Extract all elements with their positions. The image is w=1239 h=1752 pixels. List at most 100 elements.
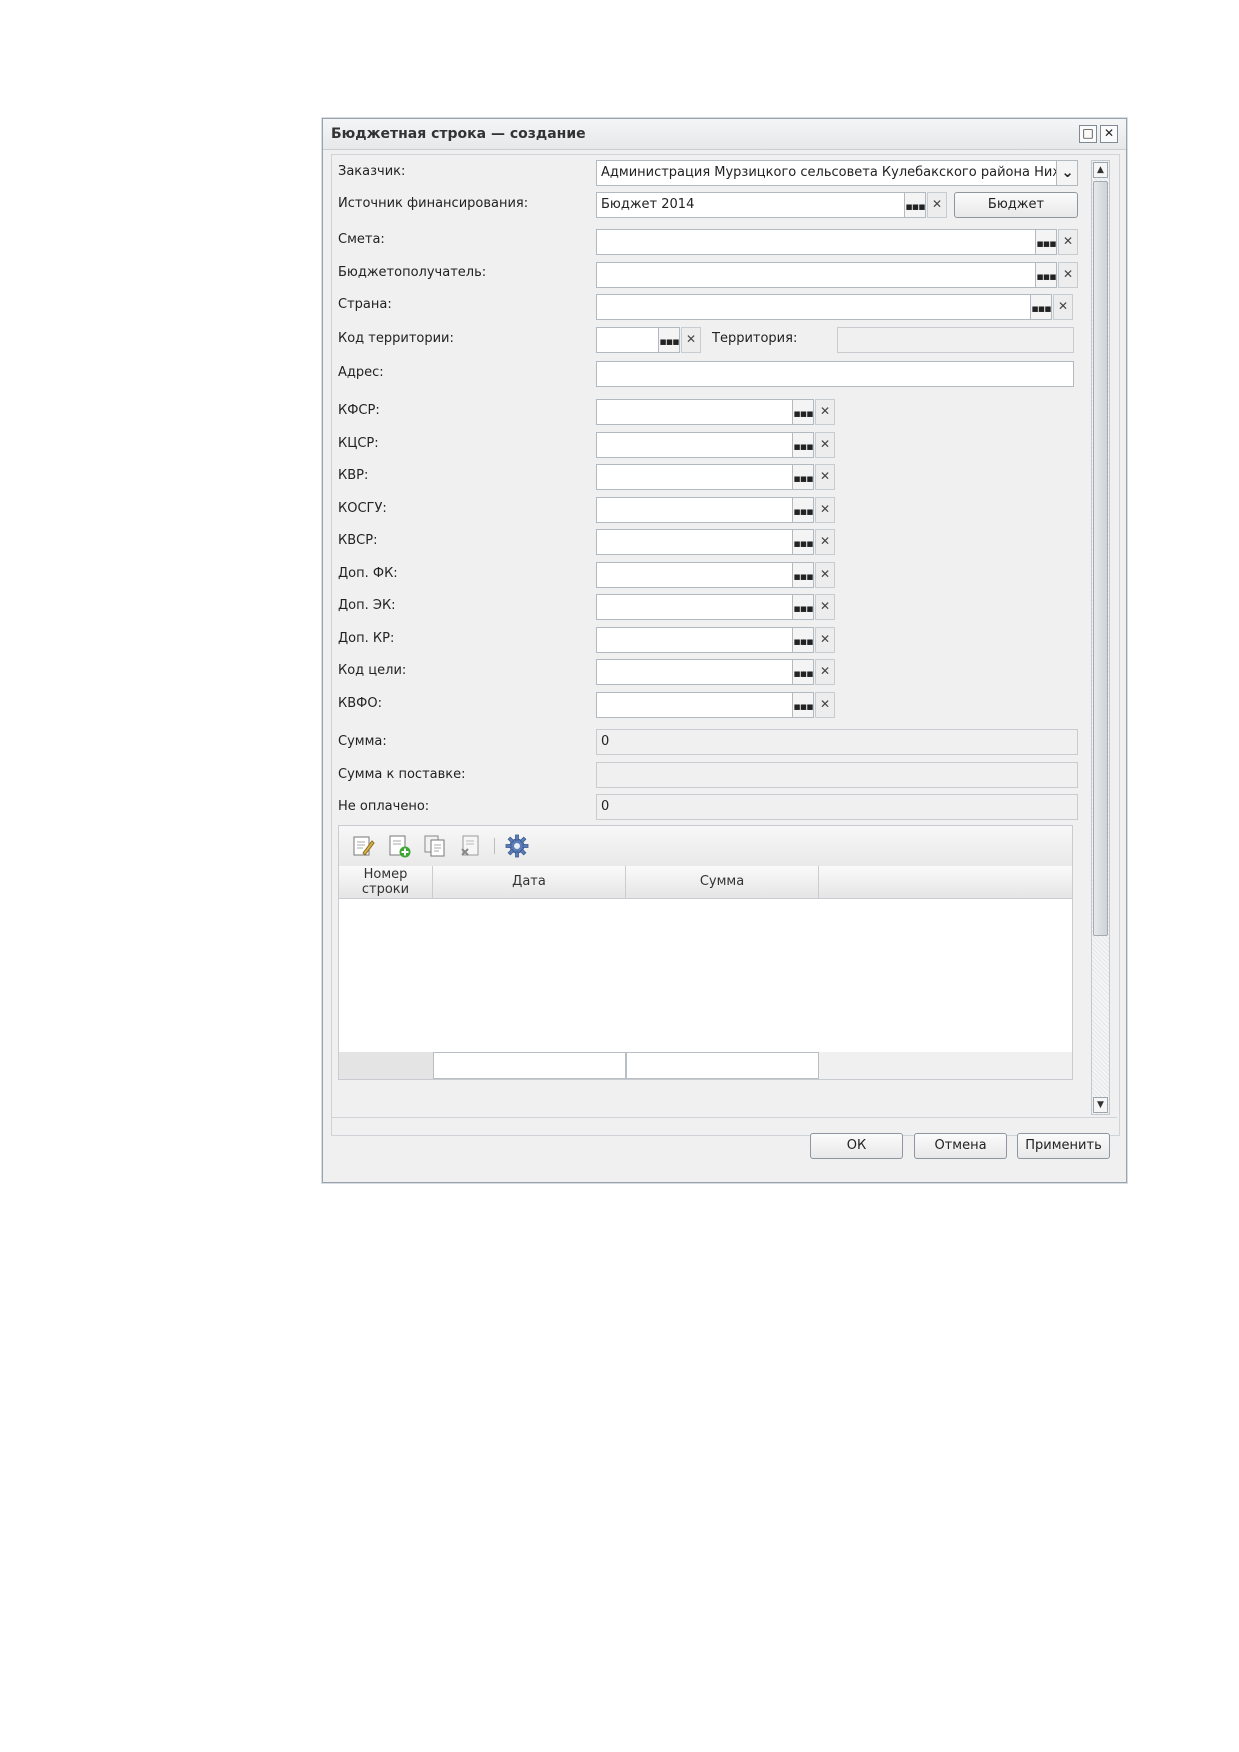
grid-toolbar [339, 826, 1072, 867]
delete-icon[interactable] [459, 834, 483, 858]
copy-icon[interactable] [423, 834, 447, 858]
dop-kr-field[interactable] [596, 627, 793, 653]
dop-kr-lookup-button[interactable]: ▪▪▪ [792, 627, 814, 653]
apply-button[interactable]: Применить [1017, 1133, 1110, 1159]
customer-select[interactable]: Администрация Мурзицкого сельсовета Куле… [596, 160, 1059, 186]
kvfo-field[interactable] [596, 692, 793, 718]
column-row-number[interactable]: Номер строки [339, 866, 433, 898]
dop-ek-clear-icon[interactable]: ✕ [815, 594, 835, 620]
territory-label: Территория: [712, 331, 798, 346]
sum-to-deliver-label: Сумма к поставке: [338, 767, 466, 782]
sum-field: 0 [596, 729, 1078, 755]
kcsr-field[interactable] [596, 432, 793, 458]
address-field[interactable] [596, 361, 1074, 387]
unpaid-field: 0 [596, 794, 1078, 820]
goal-code-field[interactable] [596, 659, 793, 685]
budget-recipient-clear-icon[interactable]: ✕ [1058, 262, 1078, 288]
territory-code-field[interactable] [596, 327, 659, 353]
goal-code-label: Код цели: [338, 663, 407, 678]
budget-button[interactable]: Бюджет [954, 192, 1078, 218]
country-field[interactable] [596, 294, 1031, 320]
dop-kr-clear-icon[interactable]: ✕ [815, 627, 835, 653]
dop-ek-field[interactable] [596, 594, 793, 620]
add-icon[interactable] [387, 834, 411, 858]
dop-ek-lookup-button[interactable]: ▪▪▪ [792, 594, 814, 620]
funding-source-label: Источник финансирования: [338, 196, 529, 211]
budget-recipient-field[interactable] [596, 262, 1036, 288]
summary-row-number-cell [339, 1052, 433, 1079]
maximize-button[interactable]: □ [1079, 125, 1097, 143]
kvr-clear-icon[interactable]: ✕ [815, 464, 835, 490]
budget-recipient-lookup-button[interactable]: ▪▪▪ [1035, 262, 1057, 288]
country-clear-icon[interactable]: ✕ [1053, 294, 1073, 320]
estimate-label: Смета: [338, 232, 385, 247]
kfsr-clear-icon[interactable]: ✕ [815, 399, 835, 425]
sum-label: Сумма: [338, 734, 387, 749]
funding-source-lookup-button[interactable]: ▪▪▪ [904, 192, 926, 218]
ok-button[interactable]: ОК [810, 1133, 903, 1159]
funding-source-field[interactable]: Бюджет 2014 [596, 192, 905, 218]
kcsr-clear-icon[interactable]: ✕ [815, 432, 835, 458]
dropdown-arrow-icon[interactable]: ⌄ [1056, 160, 1078, 186]
scroll-down-icon[interactable]: ▼ [1093, 1097, 1108, 1113]
toolbar-separator [494, 838, 495, 854]
kvsr-label: КВСР: [338, 533, 378, 548]
sum-to-deliver-field [596, 762, 1078, 788]
address-label: Адрес: [338, 365, 384, 380]
budget-recipient-label: Бюджетополучатель: [338, 265, 487, 280]
grid-body [339, 899, 1072, 1051]
estimate-field[interactable] [596, 229, 1036, 255]
territory-code-label: Код территории: [338, 331, 454, 346]
kvsr-lookup-button[interactable]: ▪▪▪ [792, 529, 814, 555]
column-row-number-line2: строки [361, 882, 410, 897]
dop-fk-clear-icon[interactable]: ✕ [815, 562, 835, 588]
territory-field [837, 327, 1074, 353]
close-button[interactable]: ✕ [1100, 125, 1118, 143]
kosgu-lookup-button[interactable]: ▪▪▪ [792, 497, 814, 523]
kcsr-label: КЦСР: [338, 436, 379, 451]
dop-fk-field[interactable] [596, 562, 793, 588]
territory-code-clear-icon[interactable]: ✕ [681, 327, 701, 353]
column-sum[interactable]: Сумма [626, 866, 819, 898]
dop-fk-lookup-button[interactable]: ▪▪▪ [792, 562, 814, 588]
kfsr-label: КФСР: [338, 403, 380, 418]
vertical-scrollbar[interactable]: ▲ ▼ [1091, 160, 1110, 1115]
scroll-thumb[interactable] [1093, 181, 1108, 936]
window-title: Бюджетная строка — создание [331, 126, 586, 142]
kfsr-field[interactable] [596, 399, 793, 425]
column-row-number-line1: Номер [363, 867, 408, 882]
settings-icon[interactable] [505, 834, 529, 858]
dop-fk-label: Доп. ФК: [338, 566, 398, 581]
kcsr-lookup-button[interactable]: ▪▪▪ [792, 432, 814, 458]
country-label: Страна: [338, 297, 392, 312]
summary-sum-cell [626, 1052, 819, 1079]
kvsr-clear-icon[interactable]: ✕ [815, 529, 835, 555]
kfsr-lookup-button[interactable]: ▪▪▪ [792, 399, 814, 425]
goal-code-lookup-button[interactable]: ▪▪▪ [792, 659, 814, 685]
territory-code-lookup-button[interactable]: ▪▪▪ [658, 327, 680, 353]
country-lookup-button[interactable]: ▪▪▪ [1030, 294, 1052, 320]
cancel-button[interactable]: Отмена [914, 1133, 1007, 1159]
kosgu-field[interactable] [596, 497, 793, 523]
kvfo-clear-icon[interactable]: ✕ [815, 692, 835, 718]
dop-ek-label: Доп. ЭК: [338, 598, 396, 613]
summary-date-cell [433, 1052, 626, 1079]
column-date[interactable]: Дата [433, 866, 626, 898]
title-bar: Бюджетная строка — создание □ ✕ [323, 119, 1126, 150]
edit-icon[interactable] [351, 834, 375, 858]
estimate-lookup-button[interactable]: ▪▪▪ [1035, 229, 1057, 255]
unpaid-label: Не оплачено: [338, 799, 430, 814]
lines-grid: Номер строки Дата Сумма [338, 825, 1073, 1080]
kosgu-clear-icon[interactable]: ✕ [815, 497, 835, 523]
customer-label: Заказчик: [338, 164, 406, 179]
kosgu-label: КОСГУ: [338, 501, 387, 516]
goal-code-clear-icon[interactable]: ✕ [815, 659, 835, 685]
funding-source-clear-icon[interactable]: ✕ [927, 192, 947, 218]
kvr-lookup-button[interactable]: ▪▪▪ [792, 464, 814, 490]
kvsr-field[interactable] [596, 529, 793, 555]
kvfo-lookup-button[interactable]: ▪▪▪ [792, 692, 814, 718]
kvr-field[interactable] [596, 464, 793, 490]
estimate-clear-icon[interactable]: ✕ [1058, 229, 1078, 255]
scroll-up-icon[interactable]: ▲ [1093, 162, 1108, 178]
kvr-label: КВР: [338, 468, 369, 483]
